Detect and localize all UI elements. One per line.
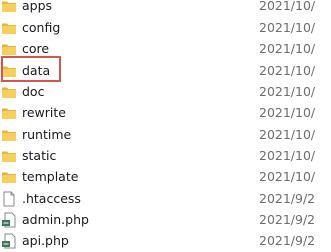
folder-icon: [1, 0, 17, 14]
file-date: 2021/9/2: [259, 212, 316, 227]
file-date: 2021/9/2: [259, 233, 316, 248]
file-name: api.php: [22, 233, 69, 248]
folder-icon: [1, 63, 17, 79]
file-name: rewrite: [22, 105, 66, 120]
file-icon: [1, 191, 17, 207]
file-row-template[interactable]: template 2021/10/: [0, 166, 331, 188]
file-name: core: [22, 41, 50, 56]
folder-icon: [1, 20, 17, 36]
file-row-doc[interactable]: doc 2021/10/: [0, 81, 331, 103]
file-list: apps 2021/10/ config 2021/10/ core 2021/…: [0, 0, 331, 249]
file-row-htaccess[interactable]: .htaccess 2021/9/2: [0, 188, 331, 210]
file-row-core[interactable]: core 2021/10/: [0, 38, 331, 60]
file-date: 2021/10/: [259, 127, 316, 142]
file-row-static[interactable]: static 2021/10/: [0, 145, 331, 167]
file-name: admin.php: [22, 212, 89, 227]
file-row-api-php[interactable]: api.php 2021/9/2: [0, 230, 331, 252]
file-name: data: [22, 63, 51, 78]
file-name: .htaccess: [22, 191, 81, 206]
file-row-data[interactable]: data 2021/10/: [0, 60, 331, 82]
folder-icon: [1, 41, 17, 57]
file-date: 2021/10/: [259, 20, 316, 35]
file-name: doc: [22, 84, 45, 99]
file-date: 2021/10/: [259, 84, 316, 99]
folder-icon: [1, 127, 17, 143]
file-name: runtime: [22, 127, 72, 142]
file-date: 2021/10/: [259, 0, 316, 13]
file-date: 2021/10/: [259, 105, 316, 120]
php-file-icon: [1, 233, 17, 249]
folder-icon: [1, 148, 17, 164]
file-date: 2021/9/2: [259, 191, 316, 206]
file-name: apps: [22, 0, 53, 13]
file-row-apps[interactable]: apps 2021/10/: [0, 0, 331, 17]
file-date: 2021/10/: [259, 63, 316, 78]
folder-icon: [1, 169, 17, 185]
file-row-config[interactable]: config 2021/10/: [0, 17, 331, 39]
file-row-runtime[interactable]: runtime 2021/10/: [0, 124, 331, 146]
file-name: template: [22, 169, 79, 184]
folder-icon: [1, 105, 17, 121]
folder-icon: [1, 84, 17, 100]
file-date: 2021/10/: [259, 169, 316, 184]
file-name: static: [22, 148, 57, 163]
file-date: 2021/10/: [259, 148, 316, 163]
file-row-admin-php[interactable]: admin.php 2021/9/2: [0, 209, 331, 231]
php-file-icon: [1, 212, 17, 228]
file-date: 2021/10/: [259, 41, 316, 56]
file-row-rewrite[interactable]: rewrite 2021/10/: [0, 102, 331, 124]
file-name: config: [22, 20, 61, 35]
